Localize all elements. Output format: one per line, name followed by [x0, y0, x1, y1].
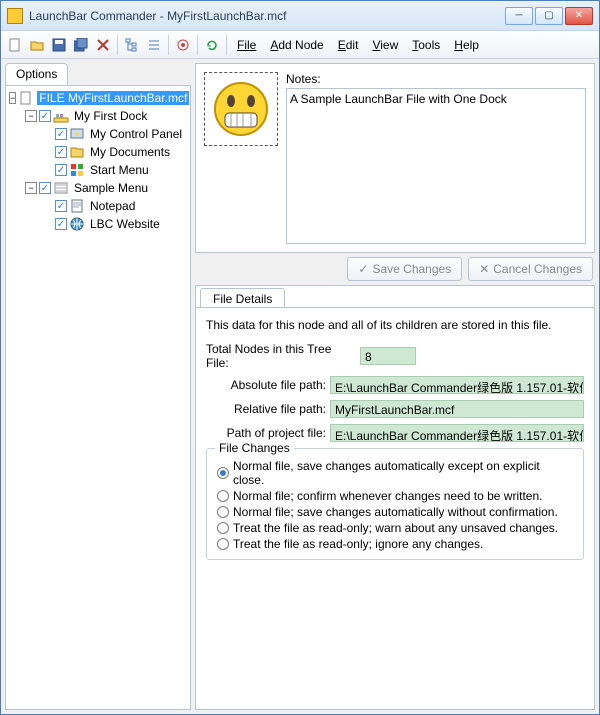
menu-help[interactable]: Help	[448, 36, 485, 54]
file-changes-radio-0[interactable]: Normal file, save changes automatically …	[217, 459, 573, 487]
cancel-icon[interactable]	[93, 35, 113, 55]
tree-node-3[interactable]: ✓ My Documents	[9, 143, 187, 161]
abs-path-value: E:\LaunchBar Commander绿色版 1.157.01-软件No1…	[330, 376, 584, 394]
file-icon	[18, 90, 34, 106]
tree-checkbox[interactable]: ✓	[55, 164, 67, 176]
file-changes-group: File Changes Normal file, save changes a…	[206, 448, 584, 560]
tree-label: My Documents	[88, 145, 172, 159]
saveall-icon[interactable]	[71, 35, 91, 55]
node-preview-panel: Notes:	[195, 63, 595, 253]
close-button[interactable]: ✕	[565, 7, 593, 25]
tree-label: Notepad	[88, 199, 137, 213]
radio-label: Treat the file as read-only; warn about …	[233, 521, 558, 535]
tree-node-5[interactable]: −✓ Sample Menu	[9, 179, 187, 197]
tree-label: FILE MyFirstLaunchBar.mcf	[37, 91, 189, 105]
refresh-icon[interactable]	[202, 35, 222, 55]
node-icon-preview[interactable]	[204, 72, 278, 146]
target-icon[interactable]	[173, 35, 193, 55]
tree-label: Sample Menu	[72, 181, 150, 195]
tree-icon[interactable]	[122, 35, 142, 55]
total-nodes-label: Total Nodes in this Tree File:	[206, 342, 356, 370]
radio-label: Normal file; confirm whenever changes ne…	[233, 489, 543, 503]
notes-label: Notes:	[286, 72, 586, 86]
web-icon	[69, 216, 85, 232]
radio-icon	[217, 538, 229, 550]
tree-node-1[interactable]: −✓ My First Dock	[9, 107, 187, 125]
maximize-button[interactable]: ▢	[535, 7, 563, 25]
tree-label: My First Dock	[72, 109, 149, 123]
tree-label: My Control Panel	[88, 127, 184, 141]
tree-twisty-icon[interactable]: −	[25, 182, 37, 194]
titlebar[interactable]: LaunchBar Commander - MyFirstLaunchBar.m…	[1, 1, 599, 31]
tree-twisty-icon[interactable]: −	[25, 110, 37, 122]
tree-tab-options[interactable]: Options	[5, 63, 68, 85]
menu-add-node[interactable]: Add Node	[264, 36, 329, 54]
menu-edit[interactable]: Edit	[332, 36, 365, 54]
radio-icon	[217, 467, 229, 479]
toolbar: File Add Node Edit View Tools Help	[1, 31, 599, 59]
tree-node-2[interactable]: ✓ My Control Panel	[9, 125, 187, 143]
file-changes-radio-2[interactable]: Normal file; save changes automatically …	[217, 505, 573, 519]
proj-path-value: E:\LaunchBar Commander绿色版 1.157.01-软件No1…	[330, 424, 584, 442]
docs-icon	[69, 144, 85, 160]
tree-node-6[interactable]: ✓ Notepad	[9, 197, 187, 215]
tree-panel[interactable]: −FILE MyFirstLaunchBar.mcf−✓My First Doc…	[5, 85, 191, 710]
x-icon: ✕	[479, 262, 489, 276]
file-changes-radio-4[interactable]: Treat the file as read-only; ignore any …	[217, 537, 573, 551]
window: LaunchBar Commander - MyFirstLaunchBar.m…	[0, 0, 600, 715]
tree-checkbox[interactable]: ✓	[55, 218, 67, 230]
menu-tools[interactable]: Tools	[406, 36, 446, 54]
tree-checkbox[interactable]: ✓	[55, 146, 67, 158]
open-icon[interactable]	[27, 35, 47, 55]
radio-label: Normal file, save changes automatically …	[233, 459, 573, 487]
radio-label: Treat the file as read-only; ignore any …	[233, 537, 483, 551]
menu-view[interactable]: View	[366, 36, 404, 54]
tree-node-4[interactable]: ✓ Start Menu	[9, 161, 187, 179]
cp-icon	[69, 126, 85, 142]
tab-file-details[interactable]: File Details	[200, 288, 285, 307]
smiley-icon	[213, 81, 269, 137]
radio-icon	[217, 490, 229, 502]
tree-twisty-icon[interactable]: −	[9, 92, 16, 104]
radio-icon	[217, 522, 229, 534]
file-changes-radio-3[interactable]: Treat the file as read-only; warn about …	[217, 521, 573, 535]
file-changes-radio-1[interactable]: Normal file; confirm whenever changes ne…	[217, 489, 573, 503]
rel-path-value: MyFirstLaunchBar.mcf	[330, 400, 584, 418]
menu-file[interactable]: File	[231, 36, 262, 54]
note-icon	[69, 198, 85, 214]
tree-checkbox[interactable]: ✓	[55, 200, 67, 212]
window-title: LaunchBar Commander - MyFirstLaunchBar.m…	[29, 9, 505, 23]
radio-icon	[217, 506, 229, 518]
tree-label: LBC Website	[88, 217, 162, 231]
new-icon[interactable]	[5, 35, 25, 55]
cancel-changes-button[interactable]: ✕Cancel Changes	[468, 257, 593, 281]
tree-node-0[interactable]: − FILE MyFirstLaunchBar.mcf	[9, 89, 187, 107]
check-icon: ✓	[358, 262, 368, 276]
rel-path-label: Relative file path:	[206, 402, 326, 416]
save-changes-button[interactable]: ✓Save Changes	[347, 257, 462, 281]
notes-textarea[interactable]	[286, 88, 586, 244]
tree-checkbox[interactable]: ✓	[39, 110, 51, 122]
start-icon	[69, 162, 85, 178]
list-icon[interactable]	[144, 35, 164, 55]
tree-checkbox[interactable]: ✓	[55, 128, 67, 140]
app-icon	[7, 8, 23, 24]
details-description: This data for this node and all of its c…	[206, 318, 584, 332]
minimize-button[interactable]: ─	[505, 7, 533, 25]
menu-icon	[53, 180, 69, 196]
radio-label: Normal file; save changes automatically …	[233, 505, 558, 519]
tree-checkbox[interactable]: ✓	[39, 182, 51, 194]
proj-path-label: Path of project file:	[206, 426, 326, 440]
dock-icon	[53, 108, 69, 124]
file-details-panel: File Details This data for this node and…	[195, 285, 595, 710]
file-changes-title: File Changes	[215, 441, 294, 455]
tree-node-7[interactable]: ✓ LBC Website	[9, 215, 187, 233]
tree-label: Start Menu	[88, 163, 151, 177]
abs-path-label: Absolute file path:	[206, 378, 326, 392]
save-icon[interactable]	[49, 35, 69, 55]
total-nodes-value: 8	[360, 347, 416, 365]
